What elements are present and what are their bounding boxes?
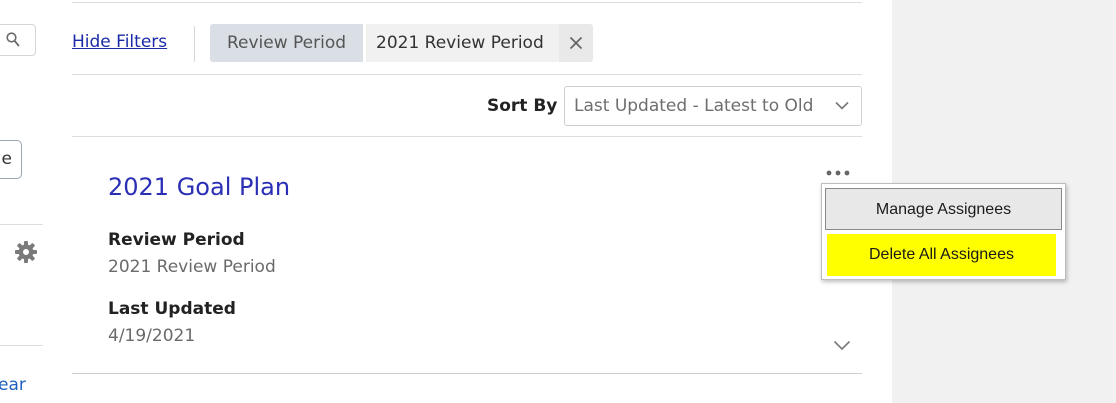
filter-chip-value[interactable]: 2021 Review Period xyxy=(366,24,559,62)
search-icon xyxy=(6,32,20,47)
clipped-link[interactable]: ear xyxy=(0,375,26,395)
sort-select-value: Last Updated - Latest to Old xyxy=(574,96,814,116)
expand-chevron-icon[interactable] xyxy=(833,340,851,351)
filter-separator xyxy=(194,26,195,62)
menu-item-manage-assignees[interactable]: Manage Assignees xyxy=(825,188,1062,230)
hide-filters-link[interactable]: Hide Filters xyxy=(72,31,167,53)
actions-menu: Manage Assignees Delete All Assignees xyxy=(821,183,1066,280)
menu-item-delete-all-assignees[interactable]: Delete All Assignees xyxy=(827,234,1056,276)
filter-chip-label[interactable]: Review Period xyxy=(210,24,363,62)
last-updated-label: Last Updated xyxy=(108,299,236,319)
gear-icon[interactable] xyxy=(14,240,38,264)
review-period-value: 2021 Review Period xyxy=(108,257,276,277)
search-button[interactable] xyxy=(0,24,36,56)
chevron-down-icon xyxy=(835,101,849,110)
left-divider-1 xyxy=(0,224,43,225)
top-divider xyxy=(72,2,862,3)
ellipsis-icon[interactable] xyxy=(824,165,852,181)
sort-select[interactable]: Last Updated - Latest to Old xyxy=(564,86,862,126)
card-bottom-divider xyxy=(72,373,862,374)
sort-by-label: Sort By xyxy=(487,96,558,116)
last-updated-value: 4/19/2021 xyxy=(108,326,196,346)
sort-divider xyxy=(72,136,862,137)
filter-divider xyxy=(72,74,862,75)
filter-chip-remove-button[interactable] xyxy=(559,24,593,62)
review-period-label: Review Period xyxy=(108,230,245,250)
close-icon xyxy=(569,36,583,50)
left-divider-2 xyxy=(0,345,43,346)
clipped-button[interactable]: e xyxy=(0,140,22,179)
goal-plan-title[interactable]: 2021 Goal Plan xyxy=(108,172,290,202)
